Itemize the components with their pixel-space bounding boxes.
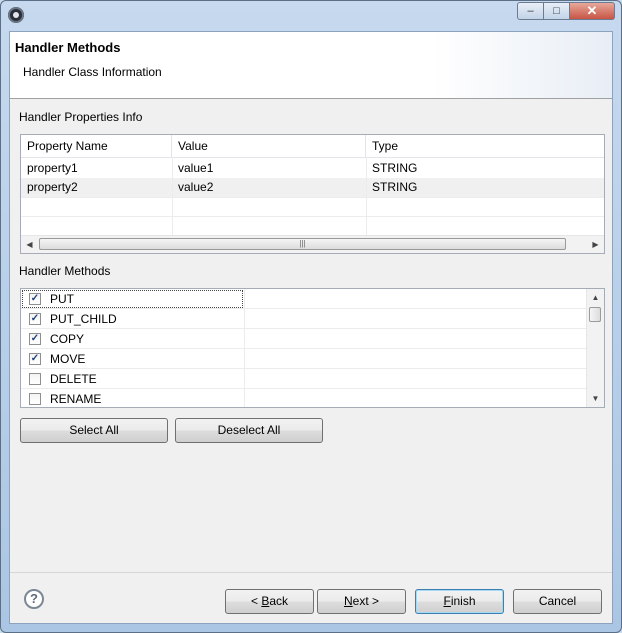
page-title: Handler Methods — [15, 40, 121, 55]
column-header-value[interactable]: Value — [172, 135, 366, 157]
checkbox-rename[interactable] — [29, 393, 41, 405]
scroll-right-arrow-icon[interactable]: ▶ — [587, 236, 604, 253]
handler-methods-list[interactable]: ✓ PUT ✓ PUT_CHILD ✓ COPY ✓ MOVE DELETE R… — [20, 288, 605, 408]
header-banner — [432, 32, 612, 98]
checkbox-put-child[interactable]: ✓ — [29, 313, 41, 325]
properties-section-label: Handler Properties Info — [19, 110, 143, 124]
row-separator — [244, 309, 245, 329]
deselect-all-button[interactable]: Deselect All — [175, 418, 323, 443]
column-header-type[interactable]: Type — [366, 135, 604, 157]
back-button[interactable]: < Back — [225, 589, 314, 614]
minimize-button[interactable]: – — [517, 2, 544, 20]
list-item-rename[interactable]: RENAME — [21, 389, 587, 407]
methods-section-label: Handler Methods — [19, 264, 111, 278]
focus-rectangle — [22, 290, 243, 308]
back-label-rest: ack — [269, 594, 289, 608]
method-label: RENAME — [50, 392, 102, 406]
back-prefix: < — [250, 594, 262, 608]
properties-table-header: Property Name Value Type — [21, 135, 604, 158]
row-separator — [244, 349, 245, 369]
cell-type: STRING — [372, 161, 418, 175]
list-item-put[interactable]: ✓ PUT — [21, 289, 587, 309]
maximize-button[interactable]: □ — [544, 2, 570, 20]
button-bar-separator — [10, 572, 612, 573]
eclipse-app-icon — [8, 7, 24, 23]
vertical-scrollbar[interactable]: ▲ ▼ — [586, 289, 604, 407]
wizard-window: – □ ✕ Handler Methods Handler Class Info… — [0, 0, 622, 633]
dialog-client-area: Handler Methods Handler Class Informatio… — [9, 31, 613, 624]
checkmark-icon: ✓ — [30, 333, 40, 344]
finish-mnemonic: F — [443, 594, 451, 608]
scroll-left-arrow-icon[interactable]: ◀ — [21, 236, 38, 253]
cell-type: STRING — [372, 180, 418, 194]
horizontal-scrollbar[interactable]: ◀ ||| ▶ — [21, 235, 604, 253]
next-label-rest: ext > — [352, 594, 380, 608]
cell-value: value1 — [178, 161, 214, 175]
wizard-header: Handler Methods Handler Class Informatio… — [10, 32, 612, 99]
finish-button[interactable]: Finish — [415, 589, 504, 614]
properties-table[interactable]: Property Name Value Type property1 value… — [20, 134, 605, 254]
list-item-delete[interactable]: DELETE — [21, 369, 587, 389]
list-item-move[interactable]: ✓ MOVE — [21, 349, 587, 369]
column-header-property-name[interactable]: Property Name — [21, 135, 172, 157]
cancel-button[interactable]: Cancel — [513, 589, 602, 614]
checkbox-move[interactable]: ✓ — [29, 353, 41, 365]
row-gridline — [21, 216, 604, 217]
horizontal-scroll-thumb[interactable]: ||| — [39, 238, 566, 250]
checkbox-copy[interactable]: ✓ — [29, 333, 41, 345]
column-gridline — [172, 157, 173, 237]
table-row[interactable]: property2 value2 STRING — [21, 178, 604, 197]
method-label: MOVE — [50, 352, 86, 366]
row-separator — [244, 389, 245, 407]
row-separator — [244, 289, 245, 309]
table-row[interactable]: property1 value1 STRING — [21, 159, 604, 178]
row-separator — [244, 329, 245, 349]
finish-label-rest: inish — [450, 594, 476, 608]
cell-property-name: property1 — [27, 161, 78, 175]
method-label: DELETE — [50, 372, 97, 386]
page-subtitle: Handler Class Information — [23, 65, 162, 79]
list-item-copy[interactable]: ✓ COPY — [21, 329, 587, 349]
cell-value: value2 — [178, 180, 214, 194]
checkmark-icon: ✓ — [30, 313, 40, 324]
method-label: COPY — [50, 332, 85, 346]
scroll-up-arrow-icon[interactable]: ▲ — [587, 289, 604, 306]
checkbox-delete[interactable] — [29, 373, 41, 385]
list-item-put-child[interactable]: ✓ PUT_CHILD — [21, 309, 587, 329]
cell-property-name: property2 — [27, 180, 78, 194]
close-button[interactable]: ✕ — [570, 2, 615, 20]
select-all-button[interactable]: Select All — [20, 418, 168, 443]
column-gridline — [366, 157, 367, 237]
scroll-down-arrow-icon[interactable]: ▼ — [587, 390, 604, 407]
vertical-scroll-thumb[interactable] — [589, 307, 601, 322]
next-button[interactable]: Next > — [317, 589, 406, 614]
window-controls: – □ ✕ — [517, 2, 615, 20]
help-icon[interactable]: ? — [24, 589, 44, 609]
row-separator — [244, 369, 245, 389]
next-mnemonic: N — [343, 594, 353, 608]
title-bar[interactable]: – □ ✕ — [1, 1, 621, 29]
method-label: PUT_CHILD — [50, 312, 117, 326]
checkmark-icon: ✓ — [30, 353, 40, 364]
row-gridline — [21, 197, 604, 198]
